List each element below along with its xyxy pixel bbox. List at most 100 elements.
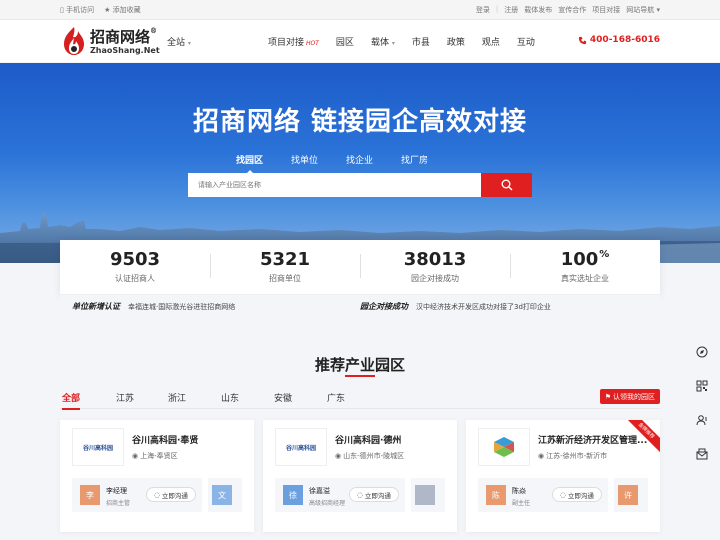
carrier-publish-link[interactable]: 载体发布	[524, 5, 552, 15]
flag-icon: ⚑	[604, 392, 611, 401]
park-name: 谷川高科园·奉贤	[132, 436, 199, 446]
park-card[interactable]: 谷川高科园 谷川高科园·德州 ◉ 山东-德州市-陵城区 徐 徐嘉溢 高级招商经理 …	[263, 420, 457, 532]
search-bar	[188, 173, 532, 197]
nav-opinion[interactable]: 观点	[482, 35, 500, 48]
stat-label: 真实选址企业	[561, 274, 609, 283]
avatar: 徐	[283, 485, 303, 505]
stat-label: 园企对接成功	[411, 274, 459, 283]
chat-icon: ◌	[154, 490, 160, 499]
site-logo[interactable]: 招商网络® ZhaoShang.Net	[60, 24, 160, 58]
park-location: ◉ 上海-奉贤区	[132, 452, 178, 460]
claim-park-button[interactable]: ⚑ 认领我的园区	[599, 389, 660, 404]
park-card[interactable]: 金牌推荐 江苏新沂经济开发区管理... ◉ 江苏-徐州市-新沂市 陈 陈焱 副主任…	[466, 420, 660, 532]
stat-label: 招商单位	[269, 274, 301, 283]
hotline[interactable]: 400-168-6016	[578, 35, 660, 45]
logo-domain: ZhaoShang.Net	[90, 46, 160, 55]
park-brand-icon	[494, 437, 514, 457]
logo-title: 招商网络®	[90, 26, 158, 46]
park-location: ◉ 江苏-徐州市-新沂市	[538, 452, 608, 460]
stat-label: 认证招商人	[115, 274, 155, 283]
site-scope-select[interactable]: 全站 ▾	[167, 35, 191, 48]
chat-now-button[interactable]: ◌ 立即沟通	[146, 487, 196, 502]
contact-person: 陈 陈焱 副主任 ◌ 立即沟通	[478, 478, 608, 512]
chat-icon: ◌	[357, 490, 363, 499]
filter-all[interactable]: 全部	[62, 391, 81, 410]
contact-role: 招商主管	[106, 500, 131, 507]
nav-project-docking[interactable]: 项目对接 HOT	[268, 35, 319, 48]
park-name: 江苏新沂经济开发区管理...	[538, 436, 648, 446]
chat-now-button[interactable]: ◌ 立即沟通	[552, 487, 602, 502]
nav-cities[interactable]: 市县	[412, 35, 430, 48]
hero-banner: 招商网络 链接园企高效对接 找园区 找单位 找企业 找厂房	[0, 63, 720, 263]
phone-icon	[578, 36, 587, 44]
location-pin-icon: ◉	[132, 452, 139, 460]
avatar: 文	[212, 485, 232, 505]
park-logo	[478, 428, 530, 466]
main-header: 招商网络® ZhaoShang.Net 全站 ▾ 项目对接 HOT 园区 载体 ▾…	[0, 20, 720, 62]
nav-policy[interactable]: 政策	[447, 35, 465, 48]
stat-docking-success: 38013 园企对接成功	[360, 240, 510, 294]
stat-units: 5321 招商单位	[210, 240, 360, 294]
stat-value: 38013	[403, 249, 467, 270]
location-pin-icon: ◉	[335, 452, 342, 460]
building-photo	[415, 485, 435, 505]
stats-panel: 9503 认证招商人 5321 招商单位 38013 园企对接成功 100% 真…	[60, 240, 660, 294]
filter-jiangsu[interactable]: 江苏	[116, 391, 134, 404]
next-contact-peek[interactable]	[411, 478, 445, 512]
nav-parks[interactable]: 园区	[336, 35, 354, 48]
filter-guangdong[interactable]: 广东	[327, 391, 345, 404]
chat-now-button[interactable]: ◌ 立即沟通	[349, 487, 399, 502]
stat-value: 5321	[259, 249, 311, 270]
search-icon	[501, 179, 512, 191]
tab-find-park[interactable]: 找园区	[236, 153, 263, 174]
divider: |	[495, 5, 499, 13]
park-name: 谷川高科园·德州	[335, 436, 402, 446]
contact-person: 徐 徐嘉溢 高级招商经理 ◌ 立即沟通	[275, 478, 405, 512]
nav-interaction[interactable]: 互动	[517, 35, 535, 48]
nav-carriers[interactable]: 载体 ▾	[371, 35, 395, 48]
next-contact-peek[interactable]: 许	[614, 478, 648, 512]
chat-icon: ◌	[560, 490, 566, 499]
user-service-icon[interactable]	[690, 408, 714, 432]
tab-find-company[interactable]: 找企业	[346, 153, 373, 166]
top-utility-bar: ▯ 手机访问 ★ 添加收藏 登录 | 注册 载体发布 宣传合作 项目对接 网站导…	[0, 0, 720, 20]
contact-name: 李经理	[106, 487, 127, 495]
add-favorite-link[interactable]: ★ 添加收藏	[104, 5, 141, 15]
hero-slogan: 招商网络 链接园企高效对接	[192, 107, 528, 137]
avatar: 陈	[486, 485, 506, 505]
qrcode-icon[interactable]	[690, 374, 714, 398]
project-docking-link[interactable]: 项目对接	[592, 5, 620, 15]
title-underline	[345, 375, 375, 377]
filter-zhejiang[interactable]: 浙江	[168, 391, 186, 404]
stat-real-companies: 100% 真实选址企业	[510, 240, 660, 294]
park-logo: 谷川高科园	[275, 428, 327, 466]
tab-find-factory[interactable]: 找厂房	[401, 153, 428, 166]
stat-certified-agents: 9503 认证招商人	[60, 240, 210, 294]
ticker-new-certification[interactable]: 单位新增认证 幸福连城·国际激光谷进驻招商网络	[72, 301, 235, 312]
search-button[interactable]	[481, 173, 532, 197]
avatar: 李	[80, 485, 100, 505]
filter-shandong[interactable]: 山东	[221, 391, 239, 404]
flame-logo-icon	[64, 27, 84, 55]
ad-cooperation-link[interactable]: 宣传合作	[558, 5, 586, 15]
contact-name: 陈焱	[512, 487, 526, 495]
contact-role: 副主任	[512, 500, 531, 507]
filter-anhui[interactable]: 安徽	[274, 391, 292, 404]
register-link[interactable]: 注册	[504, 5, 518, 15]
avatar: 许	[618, 485, 638, 505]
region-filter-tabs: 全部 江苏 浙江 山东 安徽 广东	[60, 389, 660, 410]
login-link[interactable]: 登录	[476, 5, 490, 15]
search-input[interactable]	[188, 173, 481, 197]
mobile-access-link[interactable]: ▯ 手机访问	[60, 5, 94, 15]
news-ticker: 单位新增认证 幸福连城·国际激光谷进驻招商网络 园企对接成功 汉中经济技术开发区成功…	[60, 294, 660, 318]
compass-icon[interactable]	[690, 340, 714, 364]
park-card[interactable]: 谷川高科园 谷川高科园·奉贤 ◉ 上海-奉贤区 李 李经理 招商主管 ◌ 立即沟通 …	[60, 420, 254, 532]
ticker-docking-success[interactable]: 园企对接成功 汉中经济技术开发区成功对接了3d打印企业	[360, 301, 551, 312]
park-logo: 谷川高科园	[72, 428, 124, 466]
side-toolbar	[690, 340, 714, 466]
tab-find-unit[interactable]: 找单位	[291, 153, 318, 166]
next-contact-peek[interactable]: 文	[208, 478, 242, 512]
site-nav-dropdown[interactable]: 网站导航 ▾	[626, 5, 660, 15]
contact-name: 徐嘉溢	[309, 487, 330, 495]
mail-icon[interactable]	[690, 442, 714, 466]
